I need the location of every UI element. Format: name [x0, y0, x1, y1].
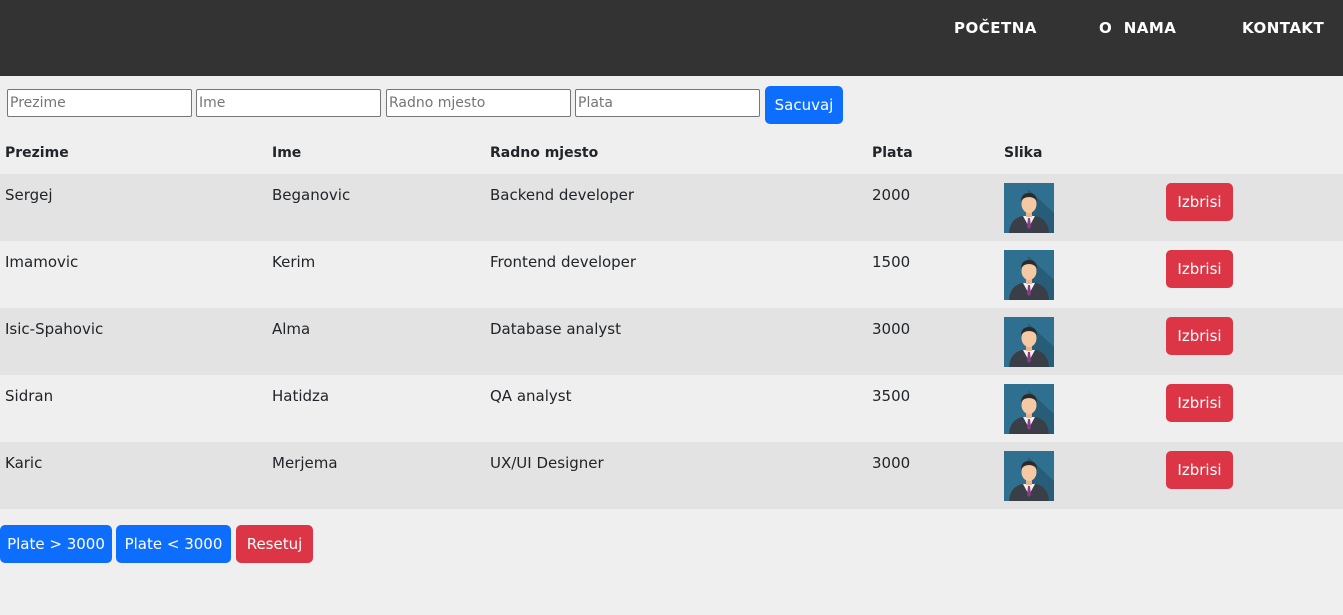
cell-plata: 1500: [872, 253, 911, 271]
user-avatar-icon: [1004, 317, 1054, 367]
cell-prezime: Sergej: [5, 186, 53, 204]
cell-plata: 3000: [872, 320, 911, 338]
ime-input[interactable]: [196, 89, 381, 117]
table-row: Isic-Spahovic Alma Database analyst 3000…: [0, 308, 1343, 375]
cell-radno-mjesto: UX/UI Designer: [490, 454, 604, 472]
table-row: Imamovic Kerim Frontend developer 1500 I…: [0, 241, 1343, 308]
cell-ime: Beganovic: [272, 186, 351, 204]
navbar: POČETNA O NAMA KONTAKT: [0, 0, 1343, 76]
plata-input[interactable]: [575, 89, 760, 117]
user-avatar-icon: [1004, 451, 1054, 501]
nav-link-pocetna[interactable]: POČETNA: [954, 19, 1037, 37]
header-ime: Ime: [272, 145, 302, 161]
nav-link-o-nama[interactable]: O NAMA: [1099, 19, 1176, 37]
cell-plata: 3000: [872, 454, 911, 472]
cell-ime: Merjema: [272, 454, 338, 472]
cell-ime: Hatidza: [272, 387, 330, 405]
filter-lt-3000-button[interactable]: Plate < 3000: [116, 525, 231, 563]
user-avatar-icon: [1004, 250, 1054, 300]
cell-plata: 2000: [872, 186, 911, 204]
delete-button[interactable]: Izbrisi: [1166, 183, 1233, 221]
table-row: Karic Merjema UX/UI Designer 3000 Izbris…: [0, 442, 1343, 509]
delete-button[interactable]: Izbrisi: [1166, 384, 1233, 422]
user-avatar-icon: [1004, 183, 1054, 233]
reset-button[interactable]: Resetuj: [236, 525, 313, 563]
save-button[interactable]: Sacuvaj: [765, 86, 843, 124]
delete-button[interactable]: Izbrisi: [1166, 451, 1233, 489]
cell-prezime: Isic-Spahovic: [5, 320, 104, 338]
cell-ime: Alma: [272, 320, 311, 338]
cell-ime: Kerim: [272, 253, 316, 271]
cell-radno-mjesto: Database analyst: [490, 320, 621, 338]
user-avatar-icon: [1004, 384, 1054, 434]
table-row: Sidran Hatidza QA analyst 3500 Izbrisi: [0, 375, 1343, 442]
cell-radno-mjesto: Backend developer: [490, 186, 635, 204]
filter-gt-3000-button[interactable]: Plate > 3000: [0, 525, 112, 563]
cell-prezime: Sidran: [5, 387, 54, 405]
cell-prezime: Karic: [5, 454, 43, 472]
radno-mjesto-input[interactable]: [386, 89, 571, 117]
header-plata: Plata: [872, 145, 913, 161]
cell-plata: 3500: [872, 387, 911, 405]
delete-button[interactable]: Izbrisi: [1166, 250, 1233, 288]
header-prezime: Prezime: [5, 145, 69, 161]
cell-radno-mjesto: QA analyst: [490, 387, 572, 405]
header-slika: Slika: [1004, 145, 1043, 161]
prezime-input[interactable]: [7, 89, 192, 117]
delete-button[interactable]: Izbrisi: [1166, 317, 1233, 355]
nav-link-kontakt[interactable]: KONTAKT: [1242, 19, 1324, 37]
cell-radno-mjesto: Frontend developer: [490, 253, 637, 271]
cell-prezime: Imamovic: [5, 253, 79, 271]
header-radno-mjesto: Radno mjesto: [490, 145, 599, 161]
table-row: Sergej Beganovic Backend developer 2000 …: [0, 174, 1343, 241]
